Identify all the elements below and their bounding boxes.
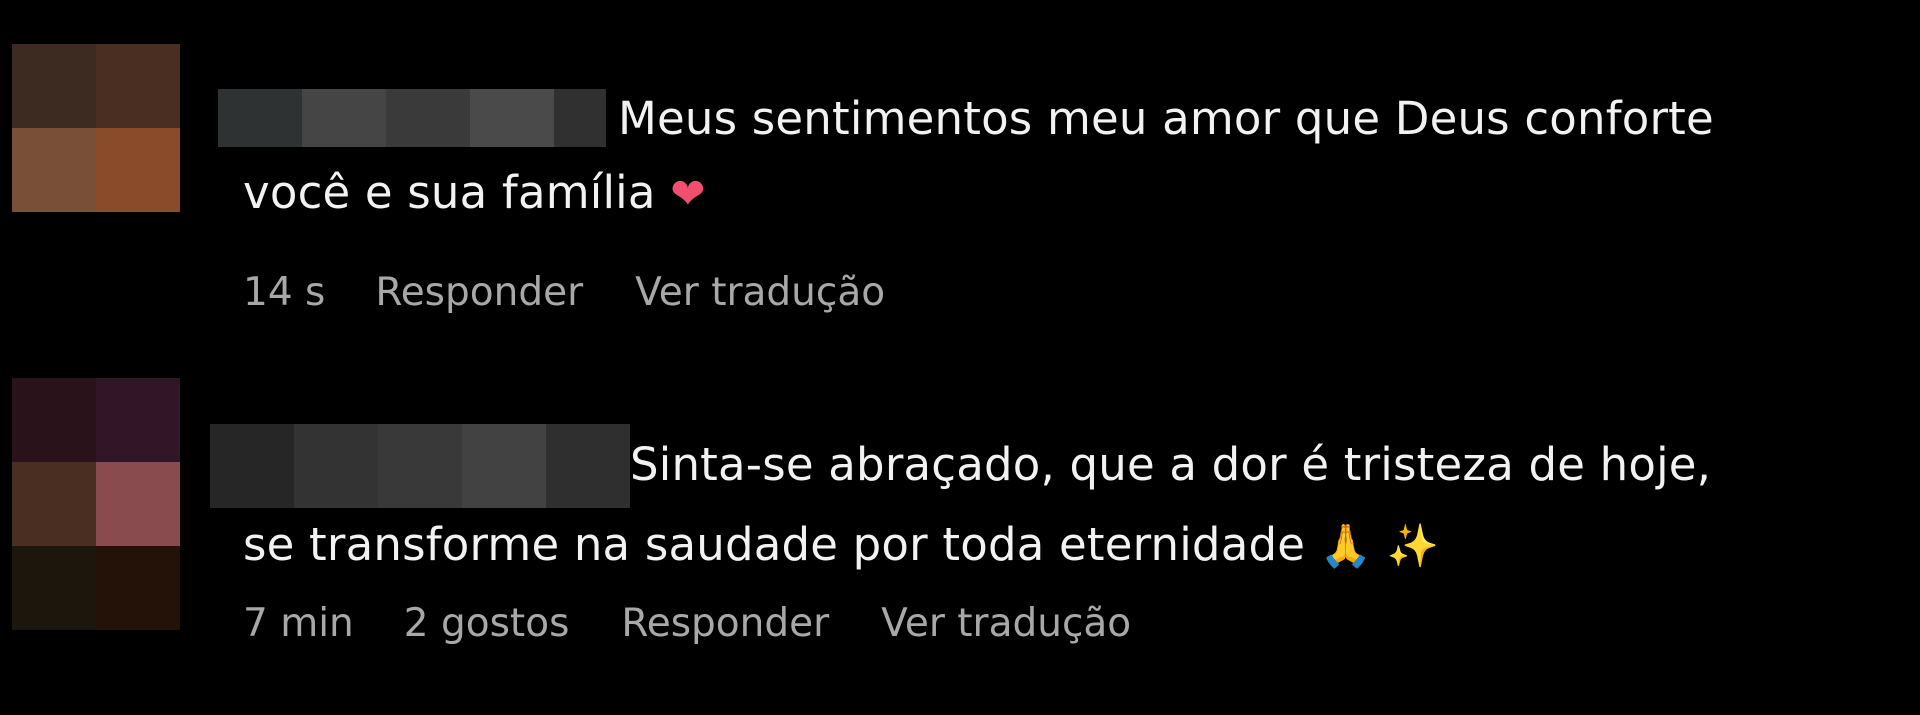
username-blurred[interactable] <box>218 89 606 147</box>
avatar-pixel <box>96 546 180 630</box>
avatar[interactable] <box>12 44 180 212</box>
comment-text-line: se transforme na saudade por toda eterni… <box>243 508 1439 583</box>
avatar-pixel <box>96 378 180 462</box>
username-pixel <box>462 424 546 508</box>
username-blurred[interactable] <box>210 424 630 508</box>
username-pixel <box>378 424 462 508</box>
avatar-pixel <box>12 462 96 546</box>
heart-emoji: ❤ <box>670 169 706 218</box>
username-pixel <box>546 424 630 508</box>
username-pixel <box>302 89 386 147</box>
avatar-pixel <box>96 462 180 546</box>
comment-timestamp: 7 min <box>243 601 354 646</box>
username-pixel <box>210 424 294 508</box>
comment-text-line: você e sua família ❤ <box>243 156 706 231</box>
reply-button[interactable]: Responder <box>621 601 829 646</box>
sparkles-emoji: ✨ <box>1386 521 1440 570</box>
avatar-pixel <box>96 128 180 212</box>
reply-button[interactable]: Responder <box>375 270 583 315</box>
username-pixel <box>294 424 378 508</box>
avatar-pixel <box>12 44 96 128</box>
comment-text: se transforme na saudade por toda eterni… <box>243 518 1306 571</box>
username-pixel <box>386 89 470 147</box>
comment-text-line: Sinta-se abraçado, que a dor é tristeza … <box>630 438 1712 491</box>
likes-count[interactable]: 2 gostos <box>404 601 570 646</box>
avatar[interactable] <box>12 378 180 630</box>
avatar-pixel <box>12 128 96 212</box>
translate-button[interactable]: Ver tradução <box>881 601 1131 646</box>
comment-timestamp: 14 s <box>243 270 326 315</box>
username-pixel <box>218 89 302 147</box>
comment-text: você e sua família <box>243 166 656 219</box>
comment-meta: 7 min 2 gostos Responder Ver tradução <box>243 601 1183 646</box>
avatar-pixel <box>12 378 96 462</box>
folded-hands-emoji: 🙏 <box>1319 521 1373 570</box>
comment-meta: 14 s Responder Ver tradução <box>243 270 937 315</box>
avatar-pixel <box>12 546 96 630</box>
avatar-pixel <box>96 44 180 128</box>
username-pixel <box>470 89 554 147</box>
username-pixel <box>554 89 606 147</box>
translate-button[interactable]: Ver tradução <box>635 270 885 315</box>
comment-text-line: Meus sentimentos meu amor que Deus confo… <box>618 92 1714 145</box>
